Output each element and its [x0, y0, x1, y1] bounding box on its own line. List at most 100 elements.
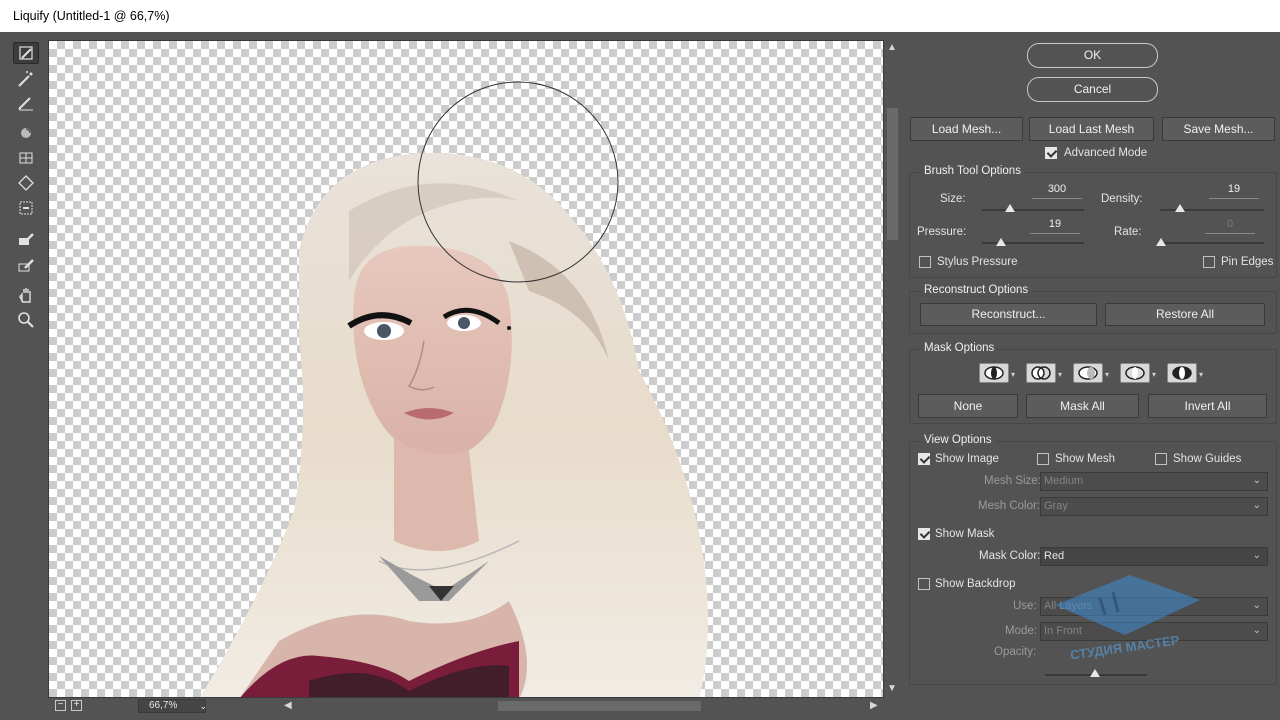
mesh-size-value: Medium	[1044, 475, 1084, 487]
rate-slider[interactable]	[1160, 242, 1264, 244]
bloat-tool-icon[interactable]	[13, 172, 39, 194]
mask-replace-icon[interactable]	[979, 363, 1009, 383]
reconstruct-options-title: Reconstruct Options	[921, 284, 1032, 296]
show-mesh-label: Show Mesh	[1055, 453, 1116, 465]
smooth-tool-icon[interactable]	[13, 92, 39, 114]
rate-slider-knob[interactable]	[1156, 238, 1166, 246]
hand-tool-icon[interactable]	[13, 284, 39, 306]
mesh-color-value: Gray	[1044, 500, 1068, 512]
opacity-label: Opacity:	[994, 646, 1037, 658]
mask-all-button[interactable]: Mask All	[1026, 394, 1139, 418]
pin-edges-label: Pin Edges	[1221, 256, 1274, 268]
mode-label: Mode:	[1005, 625, 1037, 637]
restore-all-button[interactable]: Restore All	[1105, 303, 1265, 326]
mask-replace-caret-icon: ▾	[1011, 370, 1016, 379]
portrait-image	[200, 81, 708, 697]
stylus-pressure-label: Stylus Pressure	[937, 256, 1018, 268]
zoom-out-button[interactable]: −	[55, 700, 66, 711]
mesh-color-select[interactable]: Gray ⌄	[1040, 497, 1268, 516]
status-bar: − + 66,7% ⌄ ◀ ▶	[48, 698, 900, 714]
mask-subtract-caret-icon: ▾	[1105, 370, 1110, 379]
mask-add-caret-icon: ▾	[1058, 370, 1063, 379]
show-mask-label: Show Mask	[935, 528, 995, 540]
chevron-down-icon: ⌄	[1252, 625, 1261, 636]
mesh-size-select[interactable]: Medium ⌄	[1040, 472, 1268, 491]
mask-color-select[interactable]: Red ⌄	[1040, 547, 1268, 566]
advanced-mode-label: Advanced Mode	[1064, 147, 1148, 159]
forward-warp-tool-icon[interactable]	[13, 42, 39, 64]
thaw-mask-tool-icon[interactable]	[13, 254, 39, 276]
zoom-tool-icon[interactable]	[13, 309, 39, 331]
mesh-color-label: Mesh Color:	[978, 500, 1040, 512]
mask-subtract-icon[interactable]	[1073, 363, 1103, 383]
show-image-checkbox[interactable]	[918, 453, 930, 465]
chevron-down-icon: ⌄	[1252, 550, 1261, 561]
load-mesh-button[interactable]: Load Mesh...	[910, 117, 1023, 141]
mask-invert-icon[interactable]	[1167, 363, 1197, 383]
stylus-pressure-checkbox[interactable]	[919, 256, 931, 268]
mask-color-label: Mask Color:	[979, 550, 1041, 562]
show-backdrop-checkbox[interactable]	[918, 578, 930, 590]
density-label: Density:	[1101, 193, 1143, 205]
opacity-slider-knob[interactable]	[1090, 669, 1100, 677]
zoom-level-select[interactable]: 66,7% ⌄	[138, 699, 207, 713]
mask-add-icon[interactable]	[1026, 363, 1056, 383]
mask-intersect-caret-icon: ▾	[1152, 370, 1157, 379]
pin-edges-checkbox[interactable]	[1203, 256, 1215, 268]
zoom-in-button[interactable]: +	[71, 700, 82, 711]
size-slider-knob[interactable]	[1005, 204, 1015, 212]
view-options-title: View Options	[921, 434, 995, 446]
load-last-mesh-button[interactable]: Load Last Mesh	[1029, 117, 1154, 141]
save-mesh-button[interactable]: Save Mesh...	[1162, 117, 1275, 141]
show-mask-checkbox[interactable]	[918, 528, 930, 540]
show-image-label: Show Image	[935, 453, 999, 465]
mask-intersect-icon[interactable]	[1120, 363, 1150, 383]
mask-options-title: Mask Options	[921, 342, 998, 354]
freeze-mask-tool-icon[interactable]	[13, 228, 39, 250]
rate-field[interactable]: 0	[1205, 218, 1255, 234]
watermark-text: СТУДИЯ МАСТЕР	[1069, 632, 1181, 662]
show-guides-label: Show Guides	[1173, 453, 1242, 465]
chevron-down-icon: ⌄	[199, 701, 207, 711]
mask-invert-caret-icon: ▾	[1199, 370, 1204, 379]
mask-none-button[interactable]: None	[918, 394, 1018, 418]
preview-canvas[interactable]	[48, 40, 884, 698]
advanced-mode-checkbox[interactable]	[1045, 147, 1057, 159]
window-title: Liquify (Untitled-1 @ 66,7%)	[0, 0, 1280, 32]
horizontal-scroll-thumb[interactable]	[498, 701, 701, 711]
pressure-slider-knob[interactable]	[996, 238, 1006, 246]
scroll-up-icon[interactable]: ▲	[887, 43, 897, 53]
mask-color-value: Red	[1044, 550, 1065, 562]
density-field[interactable]: 19	[1209, 183, 1259, 199]
tool-bar	[0, 32, 48, 720]
size-field[interactable]: 300	[1032, 183, 1082, 199]
reconstruct-tool-icon[interactable]	[13, 68, 39, 90]
push-left-tool-icon[interactable]	[13, 197, 39, 219]
scroll-right-icon[interactable]: ▶	[870, 701, 878, 711]
brush-options-title: Brush Tool Options	[921, 165, 1024, 177]
density-slider-knob[interactable]	[1175, 204, 1185, 212]
chevron-down-icon: ⌄	[1252, 500, 1261, 511]
cancel-button[interactable]: Cancel	[1027, 77, 1158, 102]
rate-label: Rate:	[1114, 226, 1142, 238]
vertical-scrollbar[interactable]: ▲ ▼	[884, 40, 900, 698]
vertical-scroll-thumb[interactable]	[887, 108, 898, 240]
show-backdrop-label: Show Backdrop	[935, 578, 1016, 590]
chevron-down-icon: ⌄	[1252, 475, 1261, 486]
pucker-tool-icon[interactable]	[13, 147, 39, 169]
studio-logo-watermark: СТУДИЯ МАСТЕР	[1055, 575, 1200, 663]
show-mesh-checkbox[interactable]	[1037, 453, 1049, 465]
invert-all-button[interactable]: Invert All	[1148, 394, 1267, 418]
show-guides-checkbox[interactable]	[1155, 453, 1167, 465]
scroll-left-icon[interactable]: ◀	[284, 701, 292, 711]
ok-button[interactable]: OK	[1027, 43, 1158, 68]
twirl-clockwise-tool-icon[interactable]	[13, 122, 39, 144]
size-slider[interactable]	[982, 209, 1084, 211]
chevron-down-icon: ⌄	[1252, 600, 1261, 611]
pressure-field[interactable]: 19	[1030, 218, 1080, 234]
pressure-label: Pressure:	[917, 226, 967, 238]
scroll-down-icon[interactable]: ▼	[887, 684, 897, 694]
size-label: Size:	[940, 193, 966, 205]
reconstruct-button[interactable]: Reconstruct...	[920, 303, 1097, 326]
zoom-level-value: 66,7%	[149, 700, 178, 711]
